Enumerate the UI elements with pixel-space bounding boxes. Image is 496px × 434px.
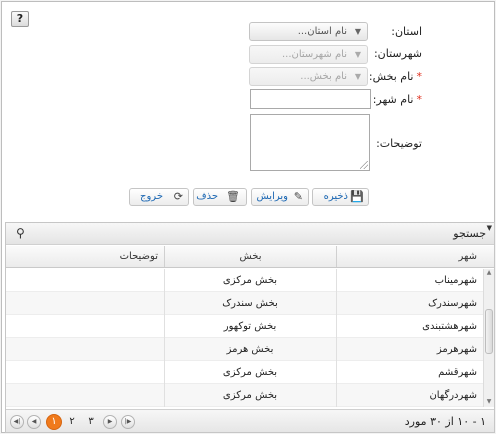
page-number-1[interactable]: ۱ — [46, 414, 62, 430]
cell-description — [6, 338, 164, 361]
table-row[interactable]: شهردرگهان بخش مرکزی — [6, 384, 483, 407]
exit-icon: ⟳ — [173, 190, 183, 203]
cell-city: شهردرگهان — [429, 390, 477, 401]
caret-down-icon: ▼ — [486, 224, 492, 232]
cell-city: شهرهشتبندی — [422, 321, 477, 332]
required-mark: * — [416, 70, 423, 83]
city-label-text: نام شهر: — [372, 93, 414, 106]
grid-header: شهر بخش توضیحات — [6, 246, 494, 268]
column-divider — [336, 269, 337, 407]
cell-description — [6, 384, 164, 407]
district-placeholder: نام بخش... — [300, 71, 347, 82]
city-label: *نام شهر: — [373, 93, 422, 106]
cell-city: شهرهرمز — [436, 344, 477, 355]
edit-label: ویرایش — [256, 191, 288, 202]
table-row[interactable]: شهرسندرک بخش سندرک — [6, 292, 483, 315]
first-page-icon[interactable]: ◀| — [10, 415, 24, 429]
county-label: شهرستان: — [373, 47, 422, 60]
column-header-district[interactable]: بخش — [164, 246, 336, 267]
page-number-2[interactable]: ۲ — [64, 414, 80, 430]
table-row[interactable]: شهرمیناب بخش مرکزی — [6, 269, 483, 292]
cell-city: شهرسندرک — [428, 298, 477, 309]
required-mark: * — [416, 93, 423, 106]
cell-description — [6, 292, 164, 315]
help-button[interactable]: ? — [11, 11, 29, 27]
table-row[interactable]: شهرقشم بخش مرکزی — [6, 361, 483, 384]
search-icon[interactable]: ⚲ — [16, 226, 25, 240]
delete-button[interactable]: 🗑 حذف — [193, 188, 247, 206]
cell-district: بخش توکهور — [223, 321, 277, 332]
chevron-down-icon: ▼ — [354, 50, 361, 59]
exit-label: خروج — [140, 191, 163, 202]
chevron-down-icon: ▼ — [354, 27, 361, 36]
pager-info: ۱ - ۱۰ از ۳۰ مورد — [404, 415, 486, 428]
cell-district: بخش مرکزی — [222, 275, 278, 286]
save-button[interactable]: 💾 ذخیره — [312, 188, 369, 206]
cities-grid: ⚲ ▼ جستجو شهر بخش توضیحات شهرمیناب بخش م… — [5, 222, 495, 433]
table-row[interactable]: شهرهرمز بخش هرمز — [6, 338, 483, 361]
cell-description — [6, 361, 164, 384]
cell-city: شهرمیناب — [434, 275, 477, 286]
column-header-city[interactable]: شهر — [336, 246, 483, 267]
column-header-description[interactable]: توضیحات — [6, 246, 164, 267]
cell-description — [6, 269, 164, 292]
cell-district: بخش مرکزی — [222, 390, 278, 401]
grid-scrollbar[interactable]: ▲ ▼ — [483, 269, 494, 407]
pencil-icon: ✎ — [293, 190, 303, 203]
cell-description — [6, 315, 164, 338]
district-label-text: نام بخش: — [368, 70, 414, 83]
county-placeholder: نام شهرستان... — [281, 49, 347, 60]
page-number-3[interactable]: ۳ — [83, 414, 99, 430]
next-page-icon[interactable]: ▶ — [103, 415, 117, 429]
city-form-panel: ? استان: ▼ نام استان... شهرستان: ▼ نام ش… — [1, 1, 495, 433]
save-icon: 💾 — [350, 190, 364, 203]
exit-button[interactable]: ⟳ خروج — [129, 188, 189, 206]
last-page-icon[interactable]: |▶ — [121, 415, 135, 429]
delete-label: حذف — [196, 191, 218, 202]
save-label: ذخیره — [323, 191, 348, 202]
scroll-down-icon[interactable]: ▼ — [485, 398, 493, 407]
scroll-up-icon[interactable]: ▲ — [485, 269, 493, 278]
cell-district: بخش سندرک — [222, 298, 278, 309]
district-select[interactable]: ▼ نام بخش... — [249, 67, 368, 86]
trash-icon: 🗑 — [226, 190, 240, 203]
province-placeholder: نام استان... — [297, 26, 347, 37]
search-label: جستجو — [453, 227, 486, 240]
table-row[interactable]: شهرهشتبندی بخش توکهور — [6, 315, 483, 338]
column-divider — [164, 269, 165, 407]
search-bar[interactable]: ⚲ ▼ جستجو — [6, 223, 494, 245]
chevron-down-icon: ▼ — [354, 72, 361, 81]
resize-grip-icon[interactable] — [360, 161, 368, 169]
description-label: توضیحات: — [376, 137, 422, 150]
edit-button[interactable]: ✎ ویرایش — [251, 188, 309, 206]
scroll-thumb[interactable] — [485, 309, 493, 354]
cell-district: بخش مرکزی — [222, 367, 278, 378]
province-select[interactable]: ▼ نام استان... — [249, 22, 368, 41]
prev-page-icon[interactable]: ◀ — [27, 415, 41, 429]
description-textarea[interactable] — [250, 114, 370, 171]
county-select[interactable]: ▼ نام شهرستان... — [249, 45, 368, 64]
grid-rows: شهرمیناب بخش مرکزی شهرسندرک بخش سندرک شه… — [6, 269, 483, 407]
cell-city: شهرقشم — [438, 367, 477, 378]
district-label: *نام بخش: — [369, 70, 422, 83]
city-name-input[interactable] — [250, 89, 371, 109]
province-label: استان: — [391, 25, 422, 38]
cell-district: بخش هرمز — [226, 344, 274, 355]
grid-pager: ◀| ◀ ۱ ۲ ۳ ▶ |▶ ۱ - ۱۰ از ۳۰ مورد — [6, 409, 494, 432]
